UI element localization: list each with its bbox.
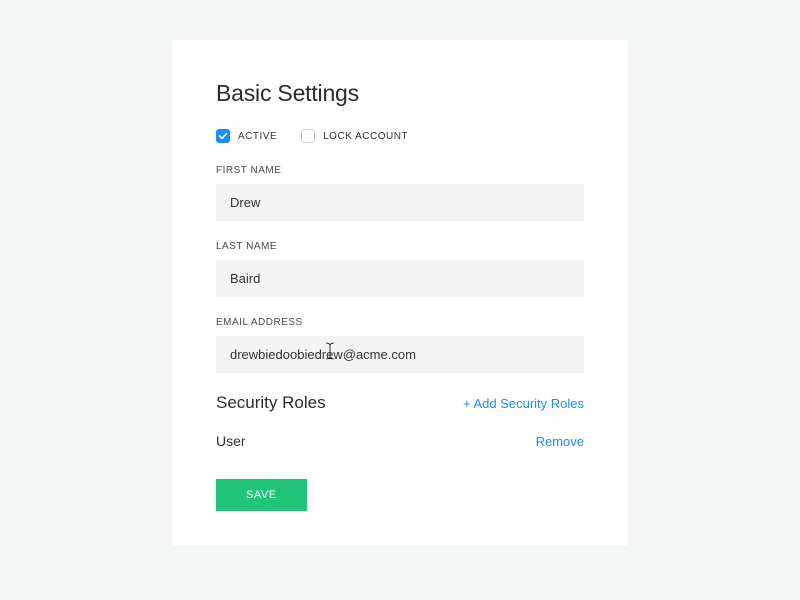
role-name: User (216, 433, 246, 449)
email-field: EMAIL ADDRESS (216, 317, 584, 373)
last-name-input[interactable] (216, 260, 584, 297)
active-check-item: ACTIVE (216, 129, 277, 143)
email-input[interactable] (216, 336, 584, 373)
check-icon (218, 131, 228, 141)
first-name-label: FIRST NAME (216, 165, 584, 176)
status-checkbox-row: ACTIVE LOCK ACCOUNT (216, 129, 584, 143)
save-button[interactable]: SAVE (216, 479, 307, 511)
active-checkbox[interactable] (216, 129, 230, 143)
lock-account-label: LOCK ACCOUNT (323, 131, 408, 142)
add-security-roles-link[interactable]: + Add Security Roles (463, 396, 584, 411)
email-label: EMAIL ADDRESS (216, 317, 584, 328)
page-title: Basic Settings (216, 80, 584, 107)
first-name-input[interactable] (216, 184, 584, 221)
settings-card: Basic Settings ACTIVE LOCK ACCOUNT FIRST… (172, 40, 628, 545)
first-name-field: FIRST NAME (216, 165, 584, 221)
remove-role-link[interactable]: Remove (536, 434, 584, 449)
role-row: User Remove (216, 433, 584, 449)
security-roles-header-row: Security Roles + Add Security Roles (216, 393, 584, 413)
last-name-label: LAST NAME (216, 241, 584, 252)
last-name-field: LAST NAME (216, 241, 584, 297)
security-roles-title: Security Roles (216, 393, 326, 413)
lock-account-checkbox[interactable] (301, 129, 315, 143)
lock-check-item: LOCK ACCOUNT (301, 129, 408, 143)
active-label: ACTIVE (238, 131, 277, 142)
